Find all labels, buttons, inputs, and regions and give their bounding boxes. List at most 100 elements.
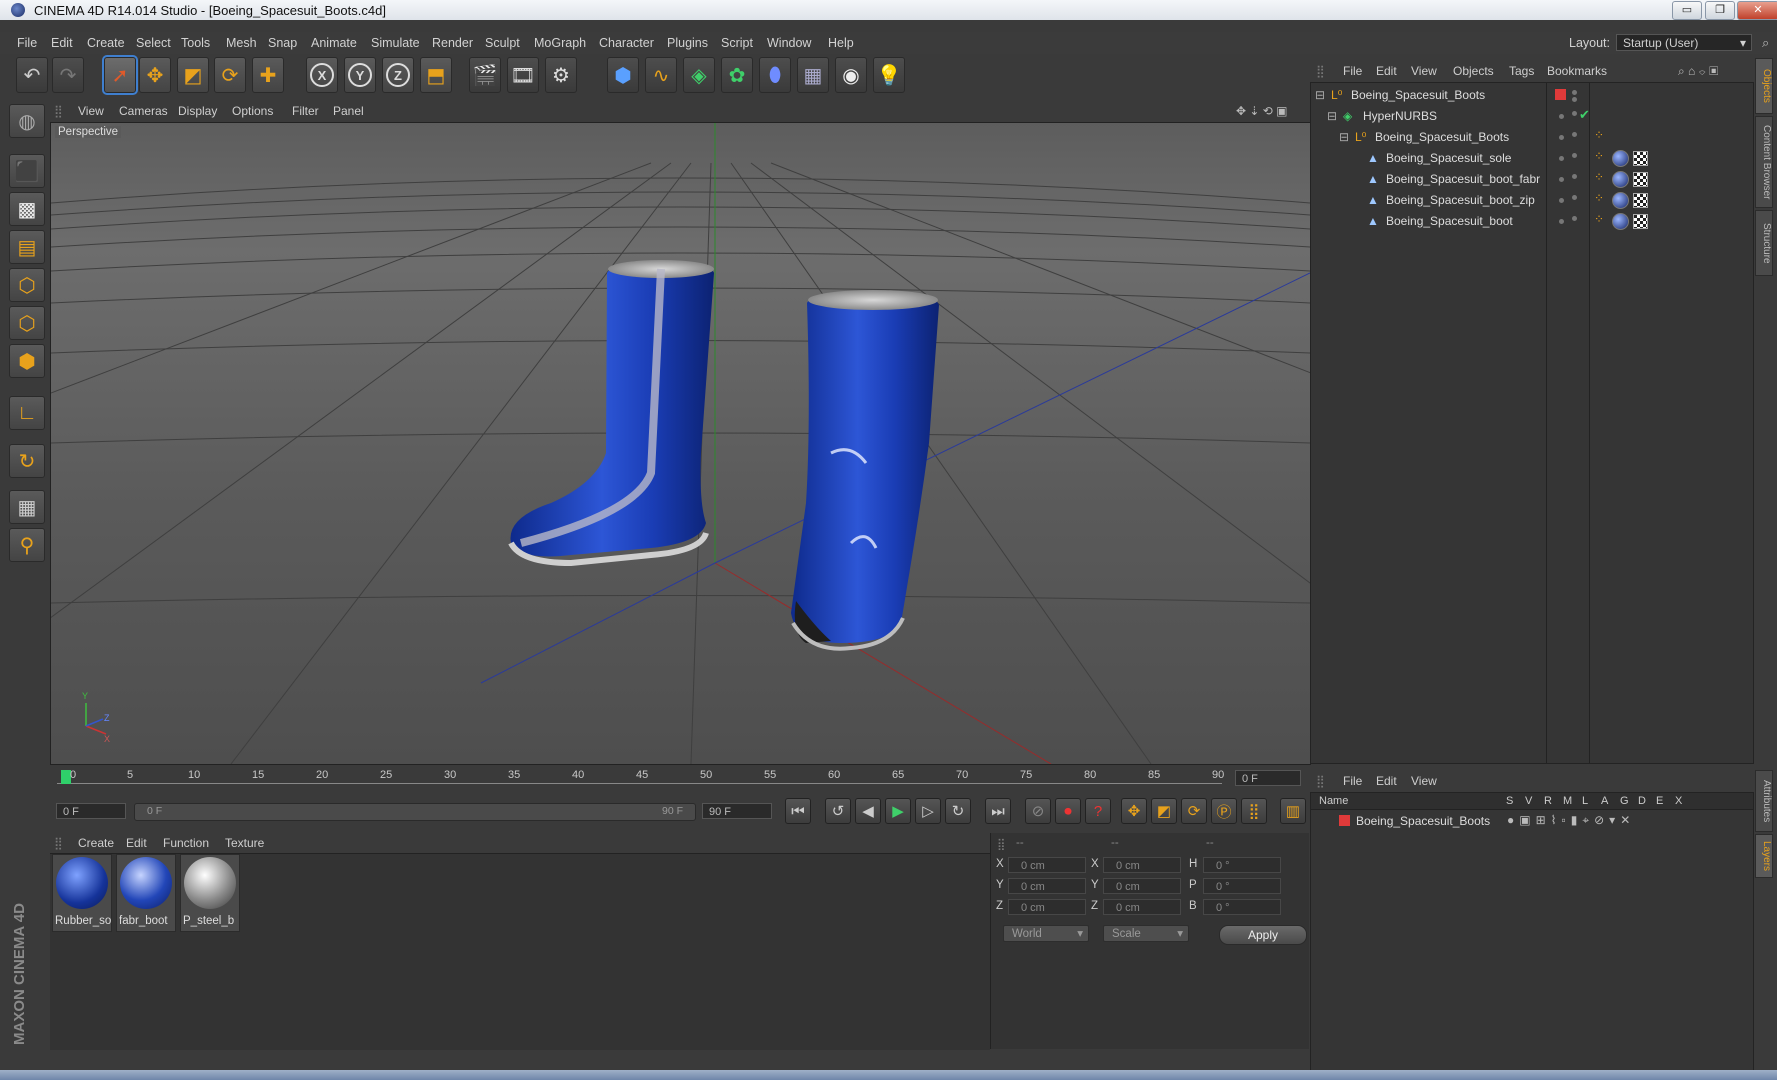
objects-menu-objects[interactable]: Objects	[1453, 64, 1494, 78]
menu-tools[interactable]: Tools	[181, 36, 210, 50]
cube-icon[interactable]: ⬢	[607, 57, 639, 93]
object-row[interactable]: ▲ Boeing_Spacesuit_sole ⁘	[1311, 148, 1751, 168]
nurbs-icon[interactable]: ◈	[683, 57, 715, 93]
viewport-menu-cameras[interactable]: Cameras	[119, 104, 168, 118]
enabled-check-icon[interactable]: ✔	[1579, 107, 1590, 123]
object-row[interactable]: ⊟ L⁰ Boeing_Spacesuit_Boots	[1311, 85, 1751, 105]
material-swatch[interactable]: Rubber_so	[52, 854, 112, 932]
editor-visibility-dot[interactable]	[1559, 114, 1564, 119]
pos-z-field[interactable]: 0 cm	[1008, 899, 1086, 915]
start-frame-field[interactable]: 0 F	[56, 803, 126, 819]
material-tag-icon[interactable]	[1612, 213, 1629, 230]
visibility-dot[interactable]	[1572, 174, 1577, 179]
minimize-button[interactable]: ▭	[1672, 1, 1702, 20]
coord-transform-select[interactable]: Scale ▾	[1103, 925, 1189, 942]
editor-visibility-dot[interactable]	[1559, 156, 1564, 161]
phong-tag-icon[interactable]: ⁘	[1594, 212, 1604, 226]
prev-frame-icon[interactable]: ◀	[855, 798, 881, 824]
material-menu-function[interactable]: Function	[163, 836, 209, 850]
layer-row[interactable]: Boeing_Spacesuit_Boots ●▣⊞⌇▫▮⌖⊘▾✕	[1311, 811, 1751, 831]
object-row[interactable]: ⊟ ◈ HyperNURBS ✔	[1311, 106, 1751, 126]
y-axis-icon[interactable]: Y	[344, 57, 376, 93]
menu-help[interactable]: Help	[828, 36, 854, 50]
close-button[interactable]: ✕	[1737, 1, 1777, 20]
material-tag-icon[interactable]	[1612, 171, 1629, 188]
material-swatch[interactable]: P_steel_b	[180, 854, 240, 932]
size-x-field[interactable]: 0 cm	[1103, 857, 1181, 873]
menu-mesh[interactable]: Mesh	[226, 36, 257, 50]
layers-menu-view[interactable]: View	[1411, 774, 1437, 788]
menu-animate[interactable]: Animate	[311, 36, 357, 50]
x-axis-icon[interactable]: X	[306, 57, 338, 93]
size-y-field[interactable]: 0 cm	[1103, 878, 1181, 894]
z-axis-icon[interactable]: Z	[382, 57, 414, 93]
viewport-menu-panel[interactable]: Panel	[333, 104, 364, 118]
timeline-layout-icon[interactable]: ▥	[1280, 798, 1306, 824]
undo-icon[interactable]: ↶	[16, 57, 48, 93]
frame-range-slider[interactable]: 0 F 90 F	[134, 803, 696, 821]
key-scale-icon[interactable]: ◩	[1151, 798, 1177, 824]
rotate-icon[interactable]: ⟳	[214, 57, 246, 93]
uvw-tag-icon[interactable]	[1633, 172, 1648, 187]
menu-script[interactable]: Script	[721, 36, 753, 50]
object-row[interactable]: ⊟ L⁰ Boeing_Spacesuit_Boots ⁘	[1311, 127, 1751, 147]
snap-icon[interactable]: ⚲	[9, 528, 45, 562]
collapse-icon[interactable]: ⊟	[1315, 88, 1325, 102]
tab-structure[interactable]: Structure	[1755, 210, 1773, 276]
uvw-tag-icon[interactable]	[1633, 193, 1648, 208]
apply-button[interactable]: Apply	[1219, 925, 1307, 945]
next-frame-icon[interactable]: ▷	[915, 798, 941, 824]
viewport-menu-view[interactable]: View	[78, 104, 104, 118]
edges-mode-icon[interactable]: ⬡	[9, 306, 45, 340]
material-tag-icon[interactable]	[1612, 150, 1629, 167]
visibility-dot[interactable]	[1572, 111, 1577, 116]
menu-render[interactable]: Render	[432, 36, 473, 50]
layers-menu-edit[interactable]: Edit	[1376, 774, 1397, 788]
pos-y-field[interactable]: 0 cm	[1008, 878, 1086, 894]
visibility-dot[interactable]	[1572, 90, 1577, 95]
uvw-tag-icon[interactable]	[1633, 214, 1648, 229]
viewport-menu-display[interactable]: Display	[178, 104, 217, 118]
menu-mograph[interactable]: MoGraph	[534, 36, 586, 50]
restore-button[interactable]: ❐	[1705, 1, 1735, 20]
menu-file[interactable]: File	[17, 36, 37, 50]
menu-character[interactable]: Character	[599, 36, 654, 50]
right-boot[interactable]	[791, 290, 939, 651]
visibility-dot[interactable]	[1572, 153, 1577, 158]
material-menu-edit[interactable]: Edit	[126, 836, 147, 850]
collapse-icon[interactable]: ⊟	[1327, 109, 1337, 123]
record-icon[interactable]: ⊘	[1025, 798, 1051, 824]
keyframe-help-icon[interactable]: ?	[1085, 798, 1111, 824]
array-icon[interactable]: ✿	[721, 57, 753, 93]
go-to-start-icon[interactable]: ⏮	[785, 798, 811, 824]
material-menu-texture[interactable]: Texture	[225, 836, 264, 850]
rot-b-field[interactable]: 0 °	[1203, 899, 1281, 915]
menu-plugins[interactable]: Plugins	[667, 36, 708, 50]
menu-create[interactable]: Create	[87, 36, 125, 50]
editor-visibility-dot[interactable]	[1559, 135, 1564, 140]
editor-visibility-dot[interactable]	[1559, 219, 1564, 224]
menu-sculpt[interactable]: Sculpt	[485, 36, 520, 50]
size-z-field[interactable]: 0 cm	[1103, 899, 1181, 915]
uvw-tag-icon[interactable]	[1633, 151, 1648, 166]
objects-menu-view[interactable]: View	[1411, 64, 1437, 78]
workplane-icon[interactable]: ▤	[9, 230, 45, 264]
workplane-lock-icon[interactable]: ▦	[9, 490, 45, 524]
editor-visibility-dot[interactable]	[1559, 198, 1564, 203]
visibility-dot[interactable]	[1572, 216, 1577, 221]
key-param-icon[interactable]: Ⓟ	[1211, 798, 1237, 824]
object-row[interactable]: ▲ Boeing_Spacesuit_boot_fabr ⁘	[1311, 169, 1751, 189]
render-settings-icon[interactable]: ⚙	[545, 57, 577, 93]
next-key-icon[interactable]: ↻	[945, 798, 971, 824]
rot-p-field[interactable]: 0 °	[1203, 878, 1281, 894]
points-mode-icon[interactable]: ⬡	[9, 268, 45, 302]
rot-h-field[interactable]: 0 °	[1203, 857, 1281, 873]
objects-menu-edit[interactable]: Edit	[1376, 64, 1397, 78]
camera-icon[interactable]: ◉	[835, 57, 867, 93]
object-row[interactable]: ▲ Boeing_Spacesuit_boot ⁘	[1311, 211, 1751, 231]
axis-mode-icon[interactable]: ∟	[9, 396, 45, 430]
object-row[interactable]: ▲ Boeing_Spacesuit_boot_zip ⁘	[1311, 190, 1751, 210]
3d-viewport[interactable]: Y Z X Perspective	[50, 122, 1311, 765]
phong-tag-icon[interactable]: ⁘	[1594, 170, 1604, 184]
play-icon[interactable]: ▶	[885, 798, 911, 824]
